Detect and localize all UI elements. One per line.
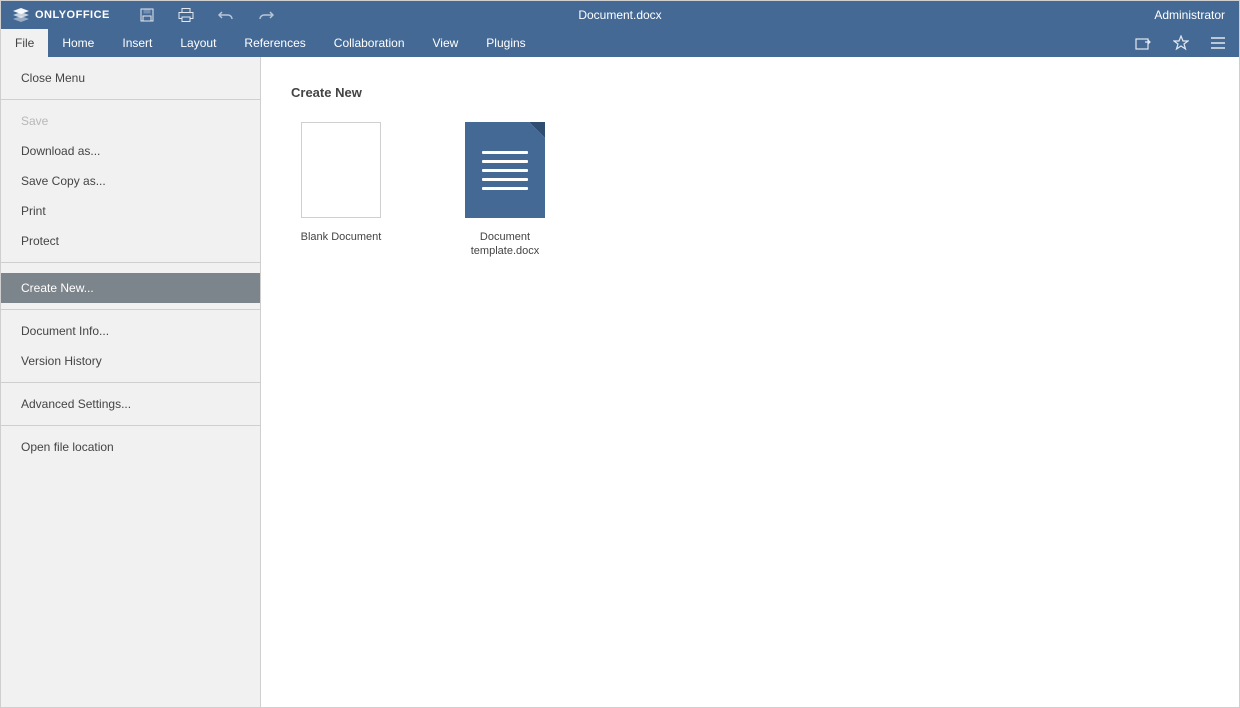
template-document-template[interactable]: Document template.docx: [455, 122, 555, 259]
tab-layout-label: Layout: [180, 36, 216, 50]
thumb-line: [482, 178, 528, 181]
undo-icon[interactable]: [218, 9, 234, 21]
sidebar-print[interactable]: Print: [1, 196, 260, 226]
sidebar-document-info[interactable]: Document Info...: [1, 316, 260, 346]
sidebar-close-menu[interactable]: Close Menu: [1, 57, 260, 99]
tab-layout[interactable]: Layout: [166, 29, 230, 57]
tab-insert-label: Insert: [122, 36, 152, 50]
tab-collaboration-label: Collaboration: [334, 36, 405, 50]
tab-view[interactable]: View: [419, 29, 473, 57]
sidebar-version-history[interactable]: Version History: [1, 346, 260, 376]
sidebar-group-save: Save Download as... Save Copy as... Prin…: [1, 100, 260, 262]
sidebar-create-new[interactable]: Create New...: [1, 273, 260, 303]
tab-references[interactable]: References: [230, 29, 319, 57]
thumb-fold: [529, 122, 545, 138]
tab-collaboration[interactable]: Collaboration: [320, 29, 419, 57]
tab-file[interactable]: File: [1, 29, 48, 57]
spacer: [1, 263, 260, 273]
sidebar-group-settings: Advanced Settings...: [1, 383, 260, 425]
tab-file-label: File: [15, 36, 34, 50]
tab-insert[interactable]: Insert: [108, 29, 166, 57]
template-blank-thumb: [301, 122, 381, 218]
user-name[interactable]: Administrator: [1140, 8, 1239, 22]
document-title: Document.docx: [578, 8, 661, 22]
thumb-line: [482, 169, 528, 172]
tab-home[interactable]: Home: [48, 29, 108, 57]
body: Close Menu Save Download as... Save Copy…: [1, 57, 1239, 707]
template-blank-document[interactable]: Blank Document: [291, 122, 391, 259]
onlyoffice-logo-icon: [13, 8, 29, 22]
file-panel: Close Menu Save Download as... Save Copy…: [1, 57, 261, 707]
template-blank-label: Blank Document: [291, 230, 391, 244]
sidebar-advanced-settings[interactable]: Advanced Settings...: [1, 389, 260, 419]
sidebar-group-info: Document Info... Version History: [1, 309, 260, 383]
template-list: Blank Document Document template.docx: [291, 122, 1209, 259]
template-doc-thumb: [465, 122, 545, 218]
thumb-line: [482, 160, 528, 163]
save-icon[interactable]: [140, 8, 154, 22]
brand: ONLYOFFICE: [1, 8, 122, 22]
app-window: ONLYOFFICE: [0, 0, 1240, 708]
sidebar-protect[interactable]: Protect: [1, 226, 260, 256]
hamburger-icon[interactable]: [1211, 37, 1225, 49]
redo-icon[interactable]: [258, 9, 274, 21]
tab-plugins[interactable]: Plugins: [472, 29, 539, 57]
main-content: Create New Blank Document: [261, 57, 1239, 707]
template-doc-label: Document template.docx: [455, 230, 555, 259]
menu-right-icons: [1135, 29, 1239, 57]
menu-bar: File Home Insert Layout References Colla…: [1, 29, 1239, 57]
tab-home-label: Home: [62, 36, 94, 50]
print-icon[interactable]: [178, 8, 194, 22]
sidebar-save: Save: [1, 106, 260, 136]
sidebar-open-file-location[interactable]: Open file location: [1, 432, 260, 462]
page-heading: Create New: [291, 85, 1209, 100]
open-location-icon[interactable]: [1135, 36, 1151, 50]
thumb-line: [482, 187, 528, 190]
sidebar-group-open: Open file location: [1, 426, 260, 468]
title-bar: ONLYOFFICE: [1, 1, 1239, 29]
sidebar-save-copy-as[interactable]: Save Copy as...: [1, 166, 260, 196]
sidebar-download-as[interactable]: Download as...: [1, 136, 260, 166]
star-icon[interactable]: [1173, 35, 1189, 51]
brand-name: ONLYOFFICE: [35, 9, 110, 21]
thumb-line: [482, 151, 528, 154]
tab-plugins-label: Plugins: [486, 36, 525, 50]
tab-view-label: View: [433, 36, 459, 50]
quick-access-toolbar: [140, 8, 274, 22]
tab-references-label: References: [244, 36, 305, 50]
